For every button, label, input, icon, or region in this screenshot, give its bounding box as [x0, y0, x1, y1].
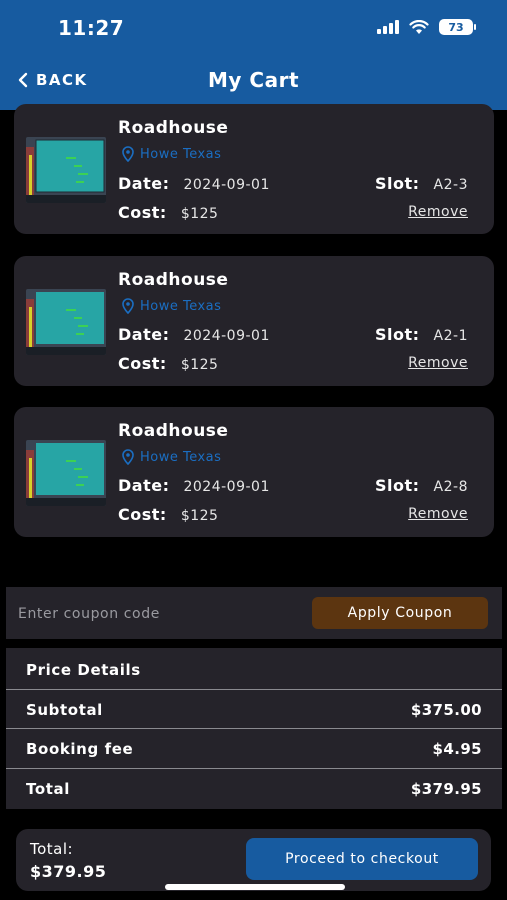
item-date: Date: 2024-09-01: [118, 174, 270, 193]
item-location[interactable]: Howe Texas: [122, 146, 221, 162]
coupon-input[interactable]: [16, 598, 300, 630]
slot-label: Slot:: [375, 325, 420, 344]
cost-value: $125: [180, 508, 219, 524]
map-pin-icon: [122, 146, 134, 162]
slot-label: Slot:: [375, 174, 420, 193]
subtotal-label: Subtotal: [26, 701, 103, 719]
cost-label: Cost:: [118, 354, 167, 373]
item-location-text: Howe Texas: [140, 146, 222, 162]
cart-item: Roadhouse Howe Texas Date: 2024-09-01 Sl…: [14, 407, 494, 537]
checkout-footer: Total: $379.95 Proceed to checkout: [16, 829, 491, 891]
cost-value: $125: [180, 206, 219, 222]
item-slot: Slot: A2-1: [375, 325, 468, 344]
cart-item: Roadhouse Howe Texas Date: 2024-09-01 Sl…: [14, 256, 494, 386]
map-pin-icon: [122, 449, 134, 465]
header: 11:27 73 BACK My Cart: [0, 0, 507, 110]
item-cost: Cost: $125: [118, 203, 218, 222]
remove-button[interactable]: Remove: [408, 506, 468, 522]
item-name: Roadhouse: [118, 421, 229, 441]
total-value: $379.95: [410, 780, 482, 798]
total-row: Total $379.95: [6, 769, 502, 808]
booking-fee-label: Booking fee: [26, 740, 134, 758]
slot-value: A2-8: [433, 479, 468, 495]
item-thumbnail: [26, 440, 106, 506]
map-pin-icon: [122, 298, 134, 314]
home-indicator[interactable]: [165, 884, 345, 890]
date-label: Date:: [118, 174, 170, 193]
price-details-heading: Price Details: [26, 661, 141, 679]
booking-fee-row: Booking fee $4.95: [6, 729, 502, 768]
date-label: Date:: [118, 325, 170, 344]
date-label: Date:: [118, 476, 170, 495]
item-location-text: Howe Texas: [140, 449, 222, 465]
remove-button[interactable]: Remove: [408, 355, 468, 371]
status-time: 11:27: [58, 16, 125, 40]
item-thumbnail: [26, 137, 106, 203]
footer-total-value: $379.95: [30, 862, 107, 881]
remove-button[interactable]: Remove: [408, 204, 468, 220]
price-details-heading-row: Price Details: [6, 650, 502, 689]
subtotal-row: Subtotal $375.00: [6, 690, 502, 729]
item-slot: Slot: A2-3: [375, 174, 468, 193]
item-date: Date: 2024-09-01: [118, 476, 270, 495]
cost-label: Cost:: [118, 203, 167, 222]
cellular-signal-icon: [377, 20, 399, 34]
proceed-to-checkout-button[interactable]: Proceed to checkout: [246, 838, 478, 880]
date-value: 2024-09-01: [183, 177, 270, 193]
cost-value: $125: [180, 357, 219, 373]
status-icons: 73: [377, 19, 476, 35]
total-label: Total: [26, 780, 70, 798]
cart-item: Roadhouse Howe Texas Date: 2024-09-01 Sl…: [14, 104, 494, 234]
item-slot: Slot: A2-8: [375, 476, 468, 495]
item-cost: Cost: $125: [118, 505, 218, 524]
apply-coupon-button[interactable]: Apply Coupon: [312, 597, 488, 629]
footer-total-label: Total:: [30, 840, 74, 858]
item-name: Roadhouse: [118, 118, 229, 138]
item-location[interactable]: Howe Texas: [122, 449, 221, 465]
price-details: Price Details Subtotal $375.00 Booking f…: [6, 648, 502, 809]
page-title: My Cart: [208, 68, 299, 92]
slot-value: A2-3: [433, 177, 468, 193]
slot-label: Slot:: [375, 476, 420, 495]
date-value: 2024-09-01: [183, 328, 270, 344]
item-date: Date: 2024-09-01: [118, 325, 270, 344]
cost-label: Cost:: [118, 505, 167, 524]
item-location[interactable]: Howe Texas: [122, 298, 221, 314]
slot-value: A2-1: [433, 328, 468, 344]
item-location-text: Howe Texas: [140, 298, 222, 314]
item-thumbnail: [26, 289, 106, 355]
subtotal-value: $375.00: [410, 701, 482, 719]
coupon-bar: Apply Coupon: [6, 587, 502, 639]
booking-fee-value: $4.95: [432, 740, 482, 758]
wifi-icon: [409, 19, 429, 34]
item-name: Roadhouse: [118, 270, 229, 290]
date-value: 2024-09-01: [183, 479, 270, 495]
item-cost: Cost: $125: [118, 354, 218, 373]
battery-icon: 73: [439, 19, 476, 35]
